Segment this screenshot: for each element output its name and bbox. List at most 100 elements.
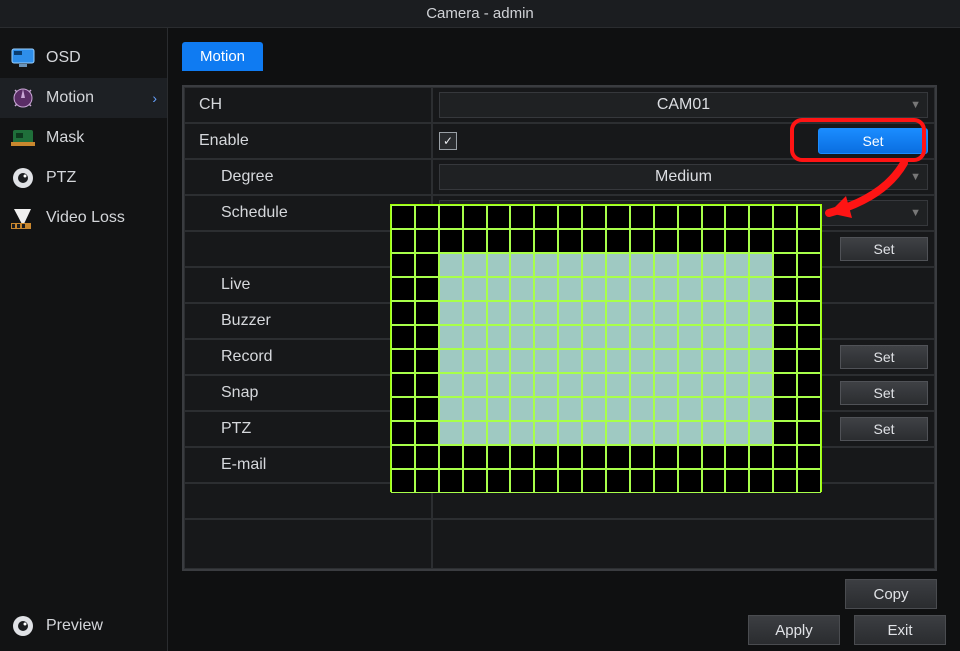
motion-cell[interactable] [510,397,534,421]
motion-cell[interactable] [797,205,821,229]
motion-cell[interactable] [725,277,749,301]
motion-cell[interactable] [702,277,726,301]
motion-cell[interactable] [606,229,630,253]
motion-cell[interactable] [654,325,678,349]
motion-cell[interactable] [773,421,797,445]
motion-cell[interactable] [415,301,439,325]
motion-cell[interactable] [797,445,821,469]
motion-cell[interactable] [415,421,439,445]
motion-cell[interactable] [415,325,439,349]
motion-cell[interactable] [582,469,606,493]
motion-cell[interactable] [630,397,654,421]
motion-cell[interactable] [463,205,487,229]
motion-cell[interactable] [510,253,534,277]
motion-cell[interactable] [678,421,702,445]
motion-cell[interactable] [654,205,678,229]
motion-cell[interactable] [630,373,654,397]
motion-cell[interactable] [534,469,558,493]
motion-cell[interactable] [654,397,678,421]
motion-cell[interactable] [606,301,630,325]
motion-cell[interactable] [606,325,630,349]
motion-cell[interactable] [487,469,511,493]
motion-cell[interactable] [582,349,606,373]
apply-button[interactable]: Apply [748,615,840,645]
motion-cell[interactable] [415,349,439,373]
motion-cell[interactable] [749,349,773,373]
motion-cell[interactable] [463,349,487,373]
motion-cell[interactable] [463,373,487,397]
motion-cell[interactable] [606,349,630,373]
exit-button[interactable]: Exit [854,615,946,645]
motion-cell[interactable] [558,205,582,229]
motion-cell[interactable] [439,421,463,445]
motion-cell[interactable] [391,277,415,301]
motion-cell[interactable] [558,253,582,277]
motion-cell[interactable] [654,421,678,445]
motion-cell[interactable] [630,229,654,253]
motion-cell[interactable] [606,445,630,469]
motion-cell[interactable] [534,277,558,301]
motion-cell[interactable] [534,205,558,229]
preview-link[interactable]: Preview [0,607,167,651]
motion-cell[interactable] [487,301,511,325]
motion-cell[interactable] [702,421,726,445]
motion-cell[interactable] [391,229,415,253]
motion-cell[interactable] [773,301,797,325]
motion-cell[interactable] [654,469,678,493]
motion-cell[interactable] [510,349,534,373]
motion-cell[interactable] [487,445,511,469]
motion-cell[interactable] [654,229,678,253]
motion-cell[interactable] [582,421,606,445]
motion-cell[interactable] [391,469,415,493]
motion-cell[interactable] [391,373,415,397]
motion-cell[interactable] [797,373,821,397]
motion-cell[interactable] [797,229,821,253]
motion-cell[interactable] [534,301,558,325]
motion-cell[interactable] [630,349,654,373]
motion-cell[interactable] [630,301,654,325]
motion-cell[interactable] [391,445,415,469]
motion-cell[interactable] [654,445,678,469]
motion-cell[interactable] [749,325,773,349]
motion-cell[interactable] [558,229,582,253]
motion-cell[interactable] [749,301,773,325]
motion-cell[interactable] [749,469,773,493]
motion-cell[interactable] [678,301,702,325]
motion-cell[interactable] [725,397,749,421]
motion-cell[interactable] [725,445,749,469]
set-record-button[interactable]: Set [840,345,928,369]
motion-cell[interactable] [463,469,487,493]
motion-cell[interactable] [582,397,606,421]
motion-area-grid[interactable] [390,204,822,492]
motion-cell[interactable] [773,253,797,277]
motion-cell[interactable] [678,397,702,421]
set-enable-button[interactable]: Set [818,128,928,154]
motion-cell[interactable] [391,301,415,325]
motion-cell[interactable] [725,253,749,277]
motion-cell[interactable] [582,253,606,277]
select-ch[interactable]: CAM01 ▼ [439,92,928,118]
motion-cell[interactable] [391,421,415,445]
motion-cell[interactable] [582,373,606,397]
motion-cell[interactable] [606,253,630,277]
motion-cell[interactable] [654,277,678,301]
motion-cell[interactable] [463,325,487,349]
motion-cell[interactable] [606,421,630,445]
motion-cell[interactable] [391,349,415,373]
motion-cell[interactable] [773,205,797,229]
motion-cell[interactable] [510,421,534,445]
motion-cell[interactable] [749,205,773,229]
motion-cell[interactable] [439,349,463,373]
motion-cell[interactable] [439,445,463,469]
motion-cell[interactable] [702,349,726,373]
motion-cell[interactable] [487,253,511,277]
motion-cell[interactable] [558,325,582,349]
motion-cell[interactable] [463,421,487,445]
motion-cell[interactable] [749,229,773,253]
motion-cell[interactable] [439,469,463,493]
motion-cell[interactable] [797,277,821,301]
motion-cell[interactable] [415,397,439,421]
sidebar-item-ptz[interactable]: PTZ [0,158,167,198]
motion-cell[interactable] [797,349,821,373]
motion-cell[interactable] [415,277,439,301]
